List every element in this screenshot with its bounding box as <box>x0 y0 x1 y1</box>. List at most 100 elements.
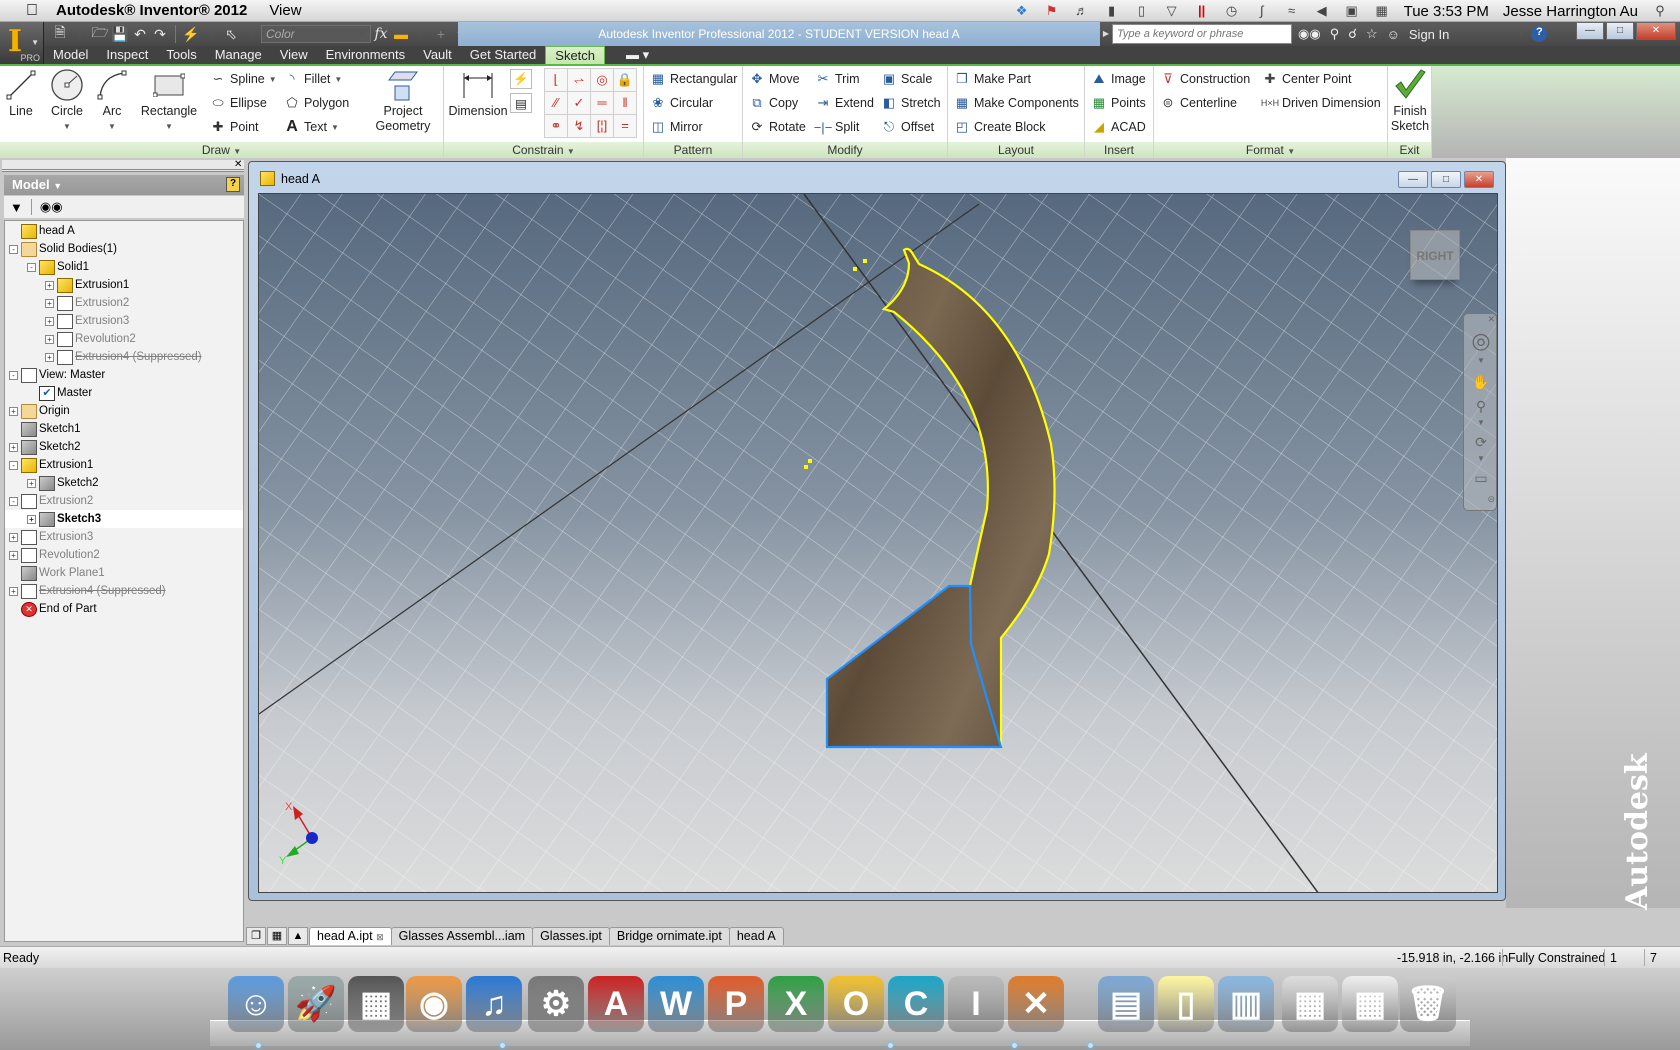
collapse-icon[interactable]: - <box>9 460 18 470</box>
project-geometry-button[interactable]: Project Geometry <box>370 66 436 134</box>
fx-icon[interactable]: fx <box>371 26 391 42</box>
tree-node-sketch2[interactable]: + Sketch2 <box>5 474 243 492</box>
flag-icon[interactable]: ⚑ <box>1044 4 1060 18</box>
dock-autocad-icon[interactable]: A <box>588 976 644 1032</box>
filter-icon[interactable]: ▼ <box>10 200 23 215</box>
expand-icon[interactable]: + <box>9 550 18 560</box>
finish-sketch-button[interactable]: Finish Sketch <box>1388 66 1432 134</box>
sketch-point[interactable] <box>853 267 857 271</box>
apple-icon[interactable]:  <box>20 2 44 20</box>
bluetooth-icon[interactable]: ∫ <box>1254 4 1270 18</box>
binoculars-icon[interactable]: ◉◉ <box>1298 26 1321 42</box>
clock[interactable]: Tue 3:53 PM <box>1404 3 1489 20</box>
chevron-down-icon[interactable]: ▼ <box>1464 418 1498 427</box>
fix-icon[interactable]: 🔒 <box>614 69 636 91</box>
orbit-icon[interactable]: ⟳ <box>1464 434 1498 451</box>
tree-node-sketch1[interactable]: Sketch1 <box>5 420 243 438</box>
expand-icon[interactable]: + <box>45 298 54 308</box>
center-point-button[interactable]: ✚ Center Point <box>1262 69 1352 89</box>
points-button[interactable]: ▦ Points <box>1091 93 1146 113</box>
text-button[interactable]: A Text ▼ <box>284 117 339 137</box>
doc-tab-head-a[interactable]: head A <box>728 927 784 945</box>
dock-cura-icon[interactable]: C <box>888 976 944 1032</box>
expand-icon[interactable]: + <box>9 406 18 416</box>
sketch-canvas[interactable]: X Y <box>259 194 1498 893</box>
split-button[interactable]: −|− Split <box>814 117 860 137</box>
dimension-button[interactable]: Dimension <box>448 66 508 119</box>
fillet-button[interactable]: ◝ Fillet ▼ <box>284 69 342 89</box>
dropbox-icon[interactable]: ❖ <box>1014 4 1030 18</box>
dock-photo-booth-icon[interactable]: ▦ <box>348 976 404 1032</box>
tab-vault[interactable]: Vault <box>414 46 461 64</box>
dock-itunes-icon[interactable]: ♫ <box>466 976 522 1032</box>
help-search-input[interactable] <box>1112 24 1292 44</box>
expand-icon[interactable]: + <box>45 280 54 290</box>
ellipse-button[interactable]: ⬭ Ellipse <box>210 93 266 113</box>
chevron-down-icon[interactable]: ▾ <box>201 30 221 39</box>
expand-icon[interactable]: + <box>27 478 36 488</box>
tree-node-solid-bodies-1[interactable]: - Solid Bodies(1) <box>5 240 243 258</box>
expand-icon[interactable]: + <box>9 442 18 452</box>
dock-excel-icon[interactable]: X <box>768 976 824 1032</box>
copy-button[interactable]: ⧉ Copy <box>749 93 798 113</box>
expand-search-icon[interactable]: ▶ <box>1100 24 1112 44</box>
new-icon[interactable]: 🗎 <box>50 22 70 46</box>
volume-icon[interactable]: ♬ <box>1074 4 1090 18</box>
offset-button[interactable]: ⎋ Offset <box>881 117 934 137</box>
dock-preview-icon[interactable]: ▦ <box>1282 976 1338 1032</box>
tree-node-extrusion4-suppressed[interactable]: + Extrusion4 (Suppressed) <box>5 582 243 600</box>
doc-tab-glasses-assembly[interactable]: Glasses Assembl...iam <box>390 927 534 945</box>
dock-safari-chrome-icon[interactable]: ▦ <box>1342 976 1398 1032</box>
image-button[interactable]: ⛰ Image <box>1091 69 1146 89</box>
tree-node-extrusion3[interactable]: + Extrusion3 <box>5 528 243 546</box>
polygon-button[interactable]: ⬠ Polygon <box>284 93 349 113</box>
tab-view[interactable]: View <box>271 46 317 64</box>
chevron-down-icon[interactable]: ▼ <box>1464 356 1498 365</box>
chevron-down-icon[interactable]: ▾ <box>70 30 90 39</box>
dock-inventor-icon[interactable]: I <box>948 976 1004 1032</box>
smooth-icon[interactable]: ⚭ <box>545 115 567 137</box>
tree-node-view-master[interactable]: - View: Master <box>5 366 243 384</box>
battery-icon[interactable]: ▮ <box>1104 4 1120 18</box>
make-components-button[interactable]: ▦ Make Components <box>954 93 1079 113</box>
dock-chrome-icon[interactable]: ◉ <box>406 976 462 1032</box>
horizontal-icon[interactable]: ═ <box>591 92 613 114</box>
line-button[interactable]: Line <box>4 66 38 119</box>
tangent-icon[interactable]: ⥋ <box>568 69 590 91</box>
tree-node-sketch2[interactable]: + Sketch2 <box>5 438 243 456</box>
tree-node-sketch3[interactable]: + Sketch3 <box>5 510 243 528</box>
user-name[interactable]: Jesse Harrington Au <box>1503 3 1638 20</box>
star-icon[interactable]: ☆ <box>1366 26 1378 42</box>
collapse-icon[interactable]: - <box>9 496 18 506</box>
collapse-icon[interactable]: - <box>9 244 18 254</box>
show-constraints-button[interactable]: ▤ <box>510 93 532 113</box>
chevron-down-icon[interactable]: ▾ <box>411 30 431 39</box>
calendar-icon[interactable]: ▦ <box>1374 4 1390 18</box>
tree-node-extrusion3[interactable]: + Extrusion3 <box>5 312 243 330</box>
expand-icon[interactable]: + <box>45 334 54 344</box>
minimize-button[interactable]: — <box>1576 22 1604 40</box>
rectangular-pattern-button[interactable]: ▦ Rectangular <box>650 69 738 89</box>
steering-wheel-icon[interactable]: ◎ <box>1464 328 1498 354</box>
close-button[interactable]: ✕ <box>1636 22 1676 40</box>
collapse-icon[interactable]: - <box>27 262 36 272</box>
wifi-icon[interactable]: ≈ <box>1284 4 1300 18</box>
tab-model[interactable]: Model <box>44 46 97 64</box>
scale-button[interactable]: ▣ Scale <box>881 69 932 89</box>
tree-node-extrusion1[interactable]: - Extrusion1 <box>5 456 243 474</box>
doc-tab-bridge-ornimate[interactable]: Bridge ornimate.ipt <box>608 927 730 945</box>
navbar-close-icon[interactable]: ✕ <box>1464 314 1498 325</box>
pan-hand-icon[interactable]: ✋ <box>1464 374 1498 391</box>
collinear-icon[interactable]: ↯ <box>568 115 590 137</box>
color-dropdown[interactable]: Color ▼ <box>261 25 371 43</box>
tree-node-work-plane1[interactable]: Work Plane1 <box>5 564 243 582</box>
close-icon[interactable]: ✕ <box>234 159 242 170</box>
tree-node-extrusion2[interactable]: - Extrusion2 <box>5 492 243 510</box>
tree-node-extrusion2[interactable]: + Extrusion2 <box>5 294 243 312</box>
concentric-icon[interactable]: ◎ <box>591 69 613 91</box>
tree-node-solid1[interactable]: - Solid1 <box>5 258 243 276</box>
equal-icon[interactable]: = <box>614 115 636 137</box>
time-machine-icon[interactable]: ◷ <box>1224 4 1240 18</box>
auto-dimension-button[interactable]: ⚡ <box>510 69 532 89</box>
dock-documents-icon[interactable]: ▤ <box>1098 976 1154 1032</box>
